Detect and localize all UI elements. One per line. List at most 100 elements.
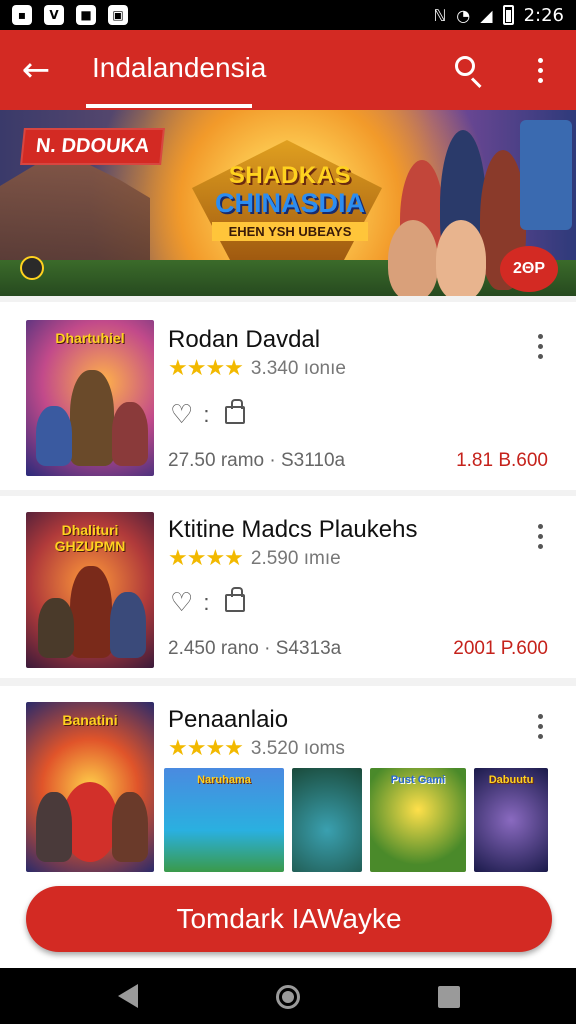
more-vert-icon-dot (537, 533, 543, 539)
banner-title-line1: SHADKAS (228, 162, 352, 189)
thumbnail-character (36, 406, 72, 466)
screenshot-title: Naruhama (197, 774, 251, 786)
arrow-left-icon: ← (21, 50, 51, 90)
thumbnail-character (112, 402, 148, 466)
banner-character (520, 120, 572, 230)
game-screenshot[interactable] (292, 768, 362, 872)
thumbnail-title: Dhartuhiel (55, 330, 125, 346)
page-title: Indalandensia (92, 52, 267, 83)
more-options-button[interactable] (520, 48, 560, 92)
game-actions: ♡ : (170, 587, 246, 616)
wifi-icon: ◔ (456, 5, 471, 25)
banner-character (388, 220, 438, 296)
more-vert-icon (537, 57, 543, 63)
banner-tag: N. DDOUKA (20, 128, 166, 165)
back-button[interactable]: ← (14, 48, 58, 92)
game-meta: 27.50 ramo · S3110a (168, 450, 346, 471)
game-thumbnail: Dhartuhiel (26, 320, 154, 476)
banner-subtitle: EHEN YSH UBEAYS (212, 222, 368, 241)
game-rating: ★★★★ 3.340 ıonıe (168, 356, 346, 381)
notification-icon: ▪ (12, 5, 32, 25)
heart-icon[interactable]: ♡ (170, 402, 193, 428)
cta-container: Tomdark IAWayke (0, 876, 576, 968)
more-vert-icon-dot (537, 67, 543, 73)
game-price: 1.81 B.600 (456, 450, 548, 471)
card-more-button[interactable] (528, 708, 552, 744)
game-screenshot[interactable]: Dabuutu (474, 768, 548, 872)
game-rating: ★★★★ 2.590 ımıe (168, 546, 341, 571)
notification-icon: ▣ (108, 5, 128, 25)
nav-home-icon[interactable] (276, 985, 300, 1009)
signal-icon: ◢ (480, 5, 493, 25)
battery-icon (502, 5, 514, 25)
system-nav-bar (0, 968, 576, 1024)
star-rating-icon: ★★★★ (168, 356, 244, 381)
bag-icon[interactable] (225, 399, 246, 424)
featured-banner[interactable]: N. DDOUKA SHADKAS CHINASDIA EHEN YSH UBE… (0, 110, 576, 296)
game-price: 2001 P.600 (453, 638, 548, 659)
status-time: 2:26 (523, 4, 564, 26)
nav-recents-icon[interactable] (438, 986, 460, 1008)
screenshot-title: Pust Gami (390, 774, 446, 786)
more-vert-icon-dot (537, 343, 543, 349)
title-indicator (86, 104, 252, 108)
thumbnail-character (70, 566, 112, 658)
game-card[interactable]: Dhalituri GHZUPMN Ktitine Madcs Plaukehs… (0, 496, 576, 678)
app-bar: ← Indalandensia (0, 30, 576, 110)
thumbnail-character (70, 370, 114, 466)
banner-badge: 2ΘP (500, 246, 558, 292)
screenshot-title: Dabuutu (488, 774, 534, 786)
nfc-icon: ℕ (433, 5, 447, 25)
card-more-button[interactable] (528, 328, 552, 364)
game-meta: 2.450 rano · S4313a (168, 638, 342, 659)
bag-icon[interactable] (225, 587, 246, 612)
search-button[interactable] (446, 48, 490, 92)
game-title: Penaanlaio (168, 706, 289, 733)
game-card[interactable]: Banatini Penaanlaio ★★★★ 3.520 ıoms Naru… (0, 686, 576, 876)
thumbnail-character (36, 792, 72, 862)
more-vert-icon-dot (537, 723, 543, 729)
thumbnail-character (112, 792, 148, 862)
separator-icon: : (203, 590, 210, 615)
status-bar: ▪ V ■ ▣ ℕ ◔ ◢ 2:26 (0, 0, 576, 30)
game-title: Rodan Davdal (168, 326, 321, 353)
game-thumbnail: Dhalituri GHZUPMN (26, 512, 154, 668)
app-screen: ▪ V ■ ▣ ℕ ◔ ◢ 2:26 ← Indalandensia N. DD… (0, 0, 576, 1024)
game-rating: ★★★★ 3.520 ıoms (168, 736, 345, 761)
search-icon (455, 56, 475, 76)
rating-count: 2.590 ımıe (250, 547, 341, 569)
separator-icon: : (203, 402, 210, 427)
more-vert-icon-dot (537, 733, 543, 739)
more-vert-icon (537, 523, 543, 529)
rating-count: 3.520 ıoms (250, 737, 345, 759)
notification-icon: ■ (76, 5, 96, 25)
banner-emblem-icon (20, 256, 44, 280)
thumbnail-character (110, 592, 146, 658)
game-title: Ktitine Madcs Plaukehs (168, 516, 418, 543)
search-icon-handle (470, 77, 482, 89)
banner-character (436, 220, 486, 296)
more-vert-icon-dot (537, 543, 543, 549)
banner-title-line2: CHINASDIA (214, 188, 365, 218)
rating-count: 3.340 ıonıe (250, 357, 346, 379)
thumbnail-character (38, 598, 74, 658)
star-rating-icon: ★★★★ (168, 736, 244, 761)
more-vert-icon-dot (537, 353, 543, 359)
banner-building-art (0, 150, 150, 270)
heart-icon[interactable]: ♡ (170, 590, 193, 616)
more-vert-icon-dot (537, 77, 543, 83)
primary-action-button[interactable]: Tomdark IAWayke (26, 886, 552, 952)
more-vert-icon (537, 713, 543, 719)
status-system-icons: ℕ ◔ ◢ 2:26 (433, 5, 564, 26)
card-more-button[interactable] (528, 518, 552, 554)
game-screenshot[interactable]: Pust Gami (370, 768, 466, 872)
notification-icon: V (44, 5, 64, 25)
game-actions: ♡ : (170, 399, 246, 428)
game-thumbnail: Banatini (26, 702, 154, 872)
game-card[interactable]: Dhartuhiel Rodan Davdal ★★★★ 3.340 ıonıe… (0, 302, 576, 490)
thumbnail-title: Dhalituri GHZUPMN (54, 522, 126, 554)
nav-back-icon[interactable] (118, 984, 138, 1008)
game-screenshot[interactable]: Naruhama (164, 768, 284, 872)
thumbnail-title: Banatini (62, 712, 118, 728)
star-rating-icon: ★★★★ (168, 546, 244, 571)
